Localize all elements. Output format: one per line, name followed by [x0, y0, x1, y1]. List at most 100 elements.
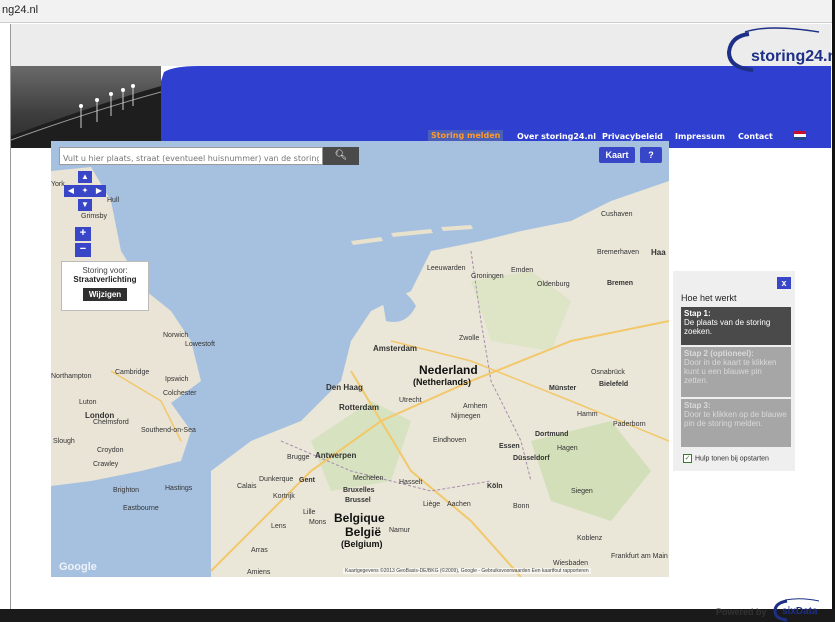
step-1: Stap 1: De plaats van de storing zoeken. — [681, 307, 791, 345]
nav-contact[interactable]: Contact — [738, 132, 773, 141]
map-type-button[interactable]: Kaart — [599, 147, 635, 163]
city-label: Eindhoven — [433, 437, 467, 444]
city-label: Hastings — [165, 485, 193, 492]
city-label: Liège — [423, 501, 441, 508]
magnifier-icon: 🔍︎ — [334, 150, 348, 161]
city-label: Brugge — [287, 454, 310, 461]
city-label: Wiesbaden — [553, 560, 589, 567]
sixdata-logo-text[interactable]: sixData — [782, 606, 818, 617]
city-label: Norwich — [163, 332, 189, 339]
city-label: Düsseldorf — [513, 455, 550, 462]
flag-nl-icon[interactable] — [794, 131, 806, 140]
city-label: Northampton — [51, 373, 92, 380]
city-label: Namur — [389, 527, 411, 534]
nav-privacy[interactable]: Privacybeleid — [602, 132, 663, 141]
zoom-control: + − — [75, 227, 91, 257]
city-label: Ipswich — [165, 376, 189, 383]
logo-text[interactable]: storing24.nl — [751, 48, 835, 66]
window-title: ng24.nl — [2, 4, 39, 16]
checkmark-icon[interactable]: ✓ — [683, 454, 692, 463]
header-photo — [11, 66, 161, 148]
country-label-be: Belgique — [334, 511, 385, 525]
wijzigen-button[interactable]: Wijzigen — [82, 288, 128, 301]
close-icon[interactable]: x — [777, 277, 791, 289]
city-label: Bremerhaven — [597, 249, 640, 256]
pan-down-icon[interactable]: ▼ — [78, 199, 92, 211]
map-attribution[interactable]: Kaartgegevens ©2013 GeoBasis-DE/BKG (©20… — [343, 568, 591, 574]
city-label: Brighton — [113, 487, 140, 494]
city-label: Zwolle — [459, 335, 480, 342]
city-label: Luton — [79, 399, 97, 406]
city-label: Cambridge — [115, 369, 150, 376]
pan-right-icon[interactable]: ▶ — [92, 185, 106, 197]
city-label: Kortrijk — [273, 493, 295, 500]
search-box[interactable] — [59, 147, 323, 166]
panel-title: Hoe het werkt — [681, 293, 737, 303]
city-label: Hull — [107, 197, 120, 204]
nav-over[interactable]: Over storing24.nl — [517, 132, 596, 141]
city-label: Oldenburg — [537, 281, 570, 288]
nav-label: Contact — [738, 132, 773, 141]
city-label: Dunkerque — [259, 476, 294, 483]
city-label: Bruxelles — [343, 487, 375, 494]
city-label: Bonn — [513, 503, 530, 510]
city-label: York — [51, 181, 65, 188]
city-label: Chelmsford — [93, 419, 129, 426]
help-button[interactable]: ? — [640, 147, 662, 163]
page-frame: storing24.nl Storing melden Over storing… — [10, 24, 835, 622]
header-background — [11, 24, 831, 66]
step-2: Stap 2 (optioneel): Door in de kaart te … — [681, 347, 791, 397]
step-3: Stap 3: Door te klikken op de blauwe pin… — [681, 399, 791, 447]
pan-center-icon[interactable]: ✦ — [78, 185, 92, 197]
city-label: Slough — [53, 438, 75, 445]
city-label: Lille — [303, 509, 316, 516]
city-label: Köln — [487, 483, 503, 490]
city-label: Groningen — [471, 273, 504, 280]
storing-type-box: Storing voor: Straatverlichting Wijzigen — [61, 261, 149, 311]
zoom-out-icon[interactable]: − — [75, 243, 91, 257]
step-heading: Stap 3: — [684, 401, 711, 410]
city-label: Koblenz — [577, 535, 603, 542]
city-label: Münster — [549, 385, 577, 392]
nav-label: Over storing24.nl — [517, 132, 596, 141]
city-label: Arras — [251, 547, 268, 554]
browser-window: ng24.nl storing24.nl Storing melden Over… — [0, 0, 835, 622]
city-label: Den Haag — [326, 383, 363, 392]
city-label: Dortmund — [535, 431, 569, 438]
step-heading: Stap 1: — [684, 309, 711, 318]
city-label: Hagen — [557, 445, 578, 452]
nav-impressum[interactable]: Impressum — [675, 132, 725, 141]
help-on-start-checkbox[interactable]: ✓ Hulp tonen bij opstarten — [683, 454, 769, 463]
city-label: Hasselt — [399, 479, 423, 486]
pan-left-icon[interactable]: ◀ — [64, 185, 78, 197]
city-label: Eastbourne — [123, 505, 159, 512]
city-label: Mons — [309, 519, 327, 526]
city-label: Grimsby — [81, 213, 108, 220]
window-titlebar: ng24.nl — [0, 0, 835, 23]
map-area[interactable]: 🔍︎ Kaart ? ▲ ◀ ✦ ▶ ▼ + − Storing voor: S… — [51, 141, 669, 577]
nav-storing-melden[interactable]: Storing melden — [428, 130, 504, 141]
search-button[interactable]: 🔍︎ — [323, 147, 359, 165]
city-label: Gent — [299, 477, 315, 484]
city-label: Cushaven — [601, 211, 633, 218]
city-label: Frankfurt am Main — [611, 553, 668, 560]
city-label: Amiens — [247, 569, 271, 576]
city-label: Arnhem — [463, 403, 488, 410]
city-label: Croydon — [97, 447, 124, 454]
city-label: Nijmegen — [451, 413, 481, 420]
nav-label: Impressum — [675, 132, 725, 141]
pan-up-icon[interactable]: ▲ — [78, 171, 92, 183]
city-label: Bremen — [607, 280, 634, 287]
city-label: Siegen — [571, 488, 593, 495]
city-label: Amsterdam — [373, 344, 418, 353]
city-label: Antwerpen — [315, 451, 357, 460]
storing-type: Straatverlichting — [73, 275, 137, 284]
search-input[interactable] — [60, 151, 322, 166]
city-label: Crawley — [93, 461, 119, 468]
pan-control: ▲ ◀ ✦ ▶ ▼ — [61, 171, 109, 215]
zoom-in-icon[interactable]: + — [75, 227, 91, 241]
country-label-nl: Nederland — [419, 363, 478, 377]
country-label-be-mid: België — [345, 525, 382, 539]
city-label: Calais — [237, 483, 257, 490]
step-text: Door te klikken op de blauwe pin de stor… — [684, 410, 787, 428]
